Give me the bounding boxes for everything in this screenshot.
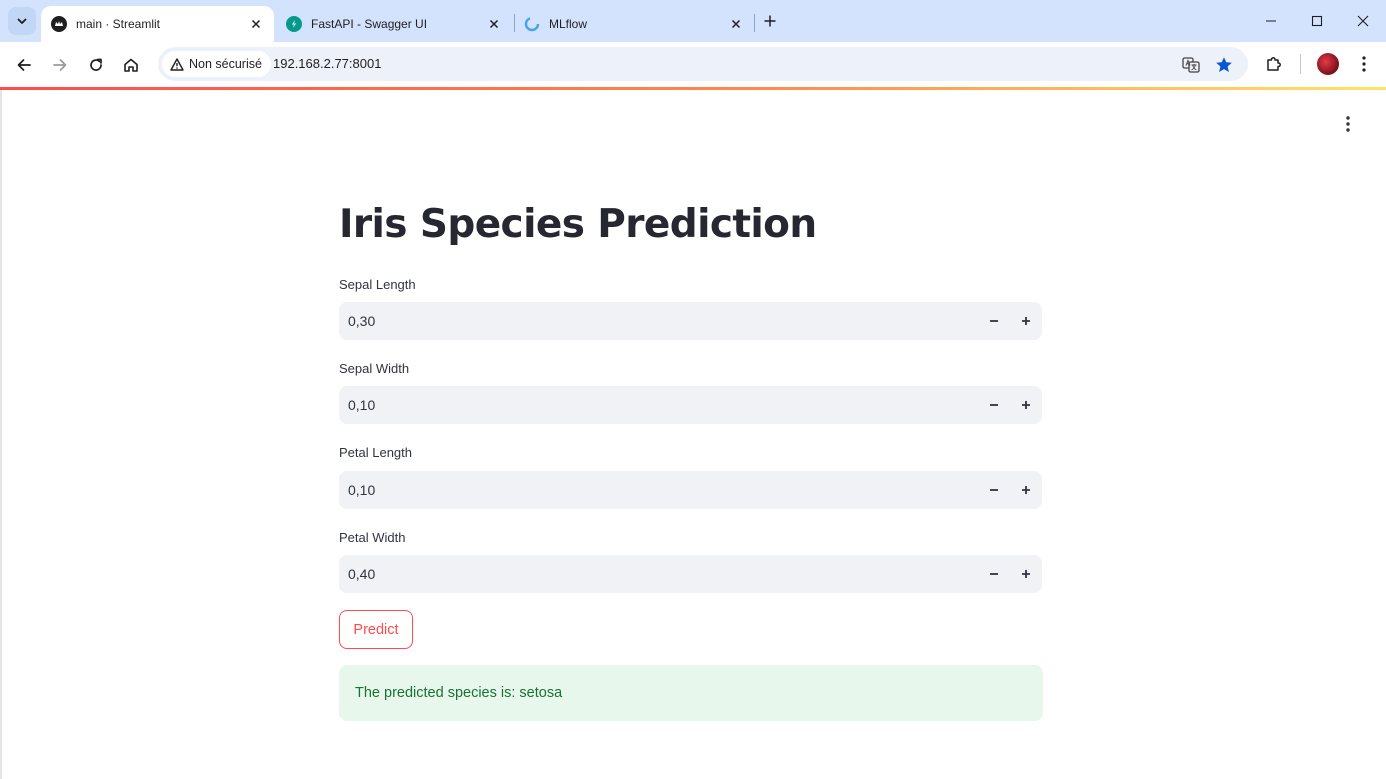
tab-mlflow[interactable]: MLflow bbox=[514, 6, 754, 42]
url-text[interactable]: 192.168.2.77:8001 bbox=[273, 56, 381, 71]
new-tab-button[interactable] bbox=[760, 10, 780, 32]
plus-icon bbox=[1022, 570, 1030, 578]
window-left-edge bbox=[0, 90, 2, 779]
home-button[interactable] bbox=[119, 53, 143, 77]
browser-tabstrip: main · Streamlit FastAPI - Swagger UI ML… bbox=[0, 0, 1386, 42]
browser-menu-button[interactable] bbox=[1351, 51, 1377, 77]
maximize-button[interactable] bbox=[1305, 10, 1329, 32]
petal-length-decrement-button[interactable] bbox=[978, 471, 1010, 509]
fastapi-bolt-icon bbox=[286, 16, 302, 32]
petal-width-label: Petal Width bbox=[339, 530, 406, 545]
mlflow-loading-icon bbox=[524, 16, 540, 32]
sepal-width-increment-button[interactable] bbox=[1010, 386, 1042, 424]
streamlit-decoration-bar bbox=[0, 87, 1386, 90]
address-bar[interactable]: Non sécurisé 192.168.2.77:8001 bbox=[158, 47, 1248, 81]
sepal-length-increment-button[interactable] bbox=[1010, 302, 1042, 340]
avatar bbox=[1317, 53, 1339, 75]
streamlit-crown-icon bbox=[51, 16, 67, 32]
petal-width-input[interactable]: 0,40 bbox=[339, 555, 1042, 593]
security-chip-label: Non sécurisé bbox=[189, 57, 262, 71]
chevron-down-icon bbox=[17, 18, 27, 24]
plus-icon bbox=[764, 15, 776, 27]
tab-title: main · Streamlit bbox=[76, 17, 161, 31]
arrow-left-icon bbox=[17, 59, 31, 71]
sepal-length-input[interactable]: 0,30 bbox=[339, 302, 1042, 340]
forward-button[interactable] bbox=[48, 53, 72, 77]
plus-icon bbox=[1022, 486, 1030, 494]
tab-search-button[interactable] bbox=[8, 7, 36, 35]
tab-streamlit[interactable]: main · Streamlit bbox=[41, 6, 274, 42]
extensions-button[interactable] bbox=[1261, 51, 1287, 77]
minus-icon bbox=[990, 320, 998, 322]
sepal-width-value[interactable]: 0,10 bbox=[348, 397, 375, 413]
minus-icon bbox=[990, 404, 998, 406]
reload-icon bbox=[90, 58, 102, 71]
reload-button[interactable] bbox=[84, 53, 108, 77]
app-main-menu-button[interactable] bbox=[1336, 112, 1360, 136]
back-button[interactable] bbox=[12, 53, 36, 77]
maximize-icon bbox=[1311, 15, 1323, 27]
tab-fastapi[interactable]: FastAPI - Swagger UI bbox=[276, 6, 512, 42]
petal-width-value[interactable]: 0,40 bbox=[348, 566, 375, 582]
sepal-length-value[interactable]: 0,30 bbox=[348, 313, 375, 329]
petal-length-label: Petal Length bbox=[339, 445, 413, 460]
browser-toolbar: Non sécurisé 192.168.2.77:8001 bbox=[0, 42, 1386, 87]
puzzle-piece-icon bbox=[1267, 57, 1281, 71]
kebab-menu-icon bbox=[1362, 56, 1366, 72]
plus-icon bbox=[1022, 401, 1030, 409]
sepal-length-decrement-button[interactable] bbox=[978, 302, 1010, 340]
warning-triangle-icon bbox=[170, 57, 184, 71]
petal-width-decrement-button[interactable] bbox=[978, 555, 1010, 593]
minus-icon bbox=[990, 573, 998, 575]
arrow-right-icon bbox=[53, 59, 67, 71]
close-tab-icon[interactable] bbox=[248, 16, 264, 32]
close-tab-icon[interactable] bbox=[486, 16, 502, 32]
petal-length-increment-button[interactable] bbox=[1010, 471, 1042, 509]
predict-button[interactable]: Predict bbox=[339, 610, 413, 649]
minimize-button[interactable] bbox=[1259, 10, 1283, 32]
tab-separator bbox=[754, 14, 755, 32]
close-tab-icon[interactable] bbox=[728, 16, 744, 32]
bookmark-star-icon[interactable] bbox=[1214, 55, 1234, 75]
sepal-width-label: Sepal Width bbox=[339, 361, 410, 376]
prediction-result-text: The predicted species is: setosa bbox=[355, 685, 563, 701]
minimize-icon bbox=[1266, 20, 1276, 22]
home-icon bbox=[124, 58, 138, 72]
toolbar-separator bbox=[1300, 54, 1301, 74]
prediction-result-alert: The predicted species is: setosa bbox=[339, 665, 1043, 721]
petal-length-input[interactable]: 0,10 bbox=[339, 471, 1042, 509]
profile-button[interactable] bbox=[1315, 51, 1341, 77]
page-title: Iris Species Prediction bbox=[339, 202, 817, 247]
petal-length-value[interactable]: 0,10 bbox=[348, 482, 375, 498]
tab-title: MLflow bbox=[549, 17, 588, 31]
close-icon bbox=[1357, 15, 1369, 27]
sepal-length-label: Sepal Length bbox=[339, 277, 416, 292]
sepal-width-decrement-button[interactable] bbox=[978, 386, 1010, 424]
security-chip[interactable]: Non sécurisé bbox=[162, 51, 271, 77]
sepal-width-input[interactable]: 0,10 bbox=[339, 386, 1042, 424]
petal-width-increment-button[interactable] bbox=[1010, 555, 1042, 593]
minus-icon bbox=[990, 489, 998, 491]
plus-icon bbox=[1022, 317, 1030, 325]
tab-title: FastAPI - Swagger UI bbox=[311, 17, 428, 31]
close-window-button[interactable] bbox=[1351, 10, 1375, 32]
kebab-menu-icon bbox=[1346, 116, 1350, 132]
translate-icon[interactable] bbox=[1181, 55, 1201, 75]
